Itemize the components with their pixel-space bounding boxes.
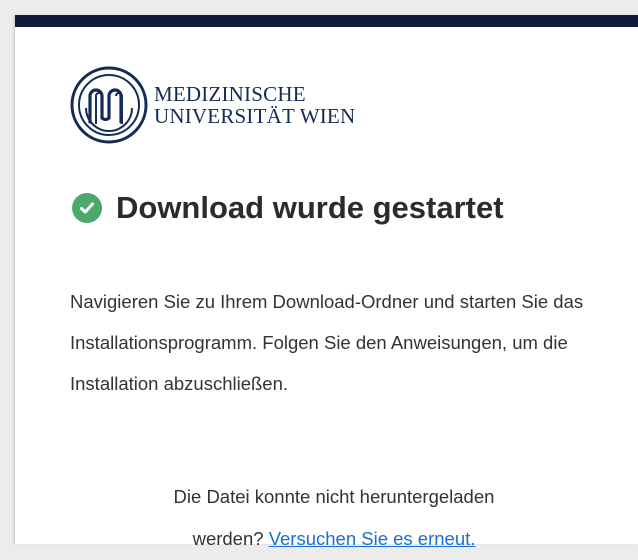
university-seal-icon	[70, 66, 148, 144]
logo-line-2: UNIVERSITÄT WIEN	[154, 104, 356, 128]
check-circle-icon	[72, 193, 102, 223]
retry-link[interactable]: Versuchen Sie es erneut.	[269, 528, 476, 549]
download-card: MEDIZINISCHE UNIVERSITÄT WIEN Download w…	[14, 15, 638, 549]
retry-line-2: werden? Versuchen Sie es erneut.	[29, 518, 638, 560]
status-heading: Download wurde gestartet	[72, 190, 504, 226]
logo-line-1: MEDIZINISCHE	[154, 82, 306, 106]
university-logo: MEDIZINISCHE UNIVERSITÄT WIEN	[70, 66, 355, 144]
logo-wordmark: MEDIZINISCHE UNIVERSITÄT WIEN	[154, 83, 355, 127]
retry-line-1: Die Datei konnte nicht heruntergeladen	[173, 486, 495, 507]
instructions-text: Navigieren Sie zu Ihrem Download-Ordner …	[70, 291, 584, 394]
top-accent-bar	[15, 15, 638, 27]
retry-prefix: werden?	[192, 528, 269, 549]
page-title: Download wurde gestartet	[116, 190, 504, 225]
retry-message: Die Datei konnte nicht heruntergeladen w…	[29, 476, 638, 560]
